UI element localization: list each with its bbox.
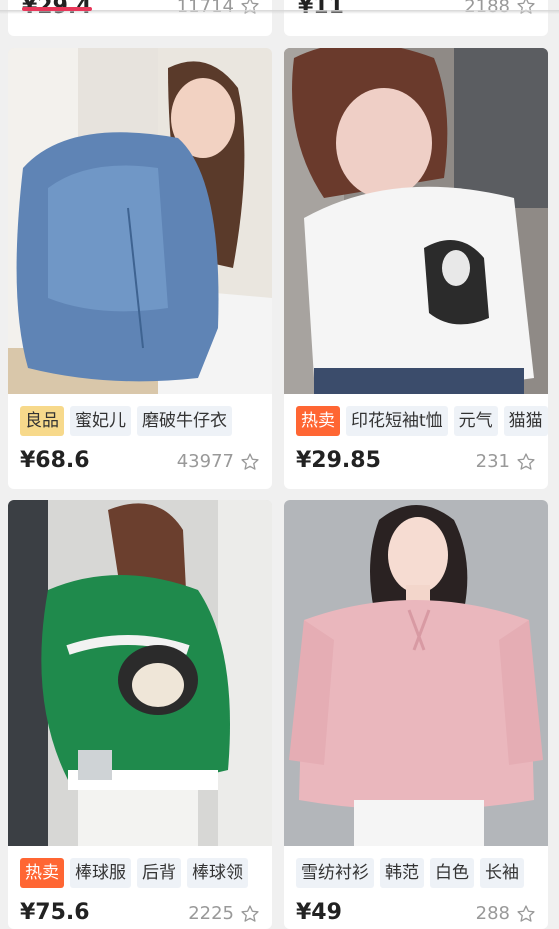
favorite-count: 43977: [176, 451, 234, 472]
tag-good[interactable]: 良品: [20, 406, 64, 436]
tag-hot[interactable]: 热卖: [296, 406, 340, 436]
printed-tshirt-photo[interactable]: [284, 48, 548, 394]
tag-keyword[interactable]: 印花短袖t恤: [346, 406, 448, 436]
tag-keyword[interactable]: 雪纺衬衫: [296, 858, 374, 888]
baseball-jacket-photo[interactable]: [8, 500, 272, 846]
star-icon[interactable]: [516, 452, 536, 472]
denim-jacket-photo[interactable]: [8, 48, 272, 394]
star-icon[interactable]: [240, 452, 260, 472]
favorite-count: 11714: [176, 0, 234, 17]
tag-brand[interactable]: 蜜妃儿: [70, 406, 131, 436]
tag-keyword[interactable]: 棒球服: [70, 858, 131, 888]
previous-row: ¥29.4 11714 ¥11 2188: [0, 0, 559, 36]
favorite-count: 2225: [188, 903, 234, 924]
star-icon[interactable]: [516, 904, 536, 924]
tag-list: 雪纺衬衫 韩范 白色 长袖: [296, 858, 524, 888]
tag-hot[interactable]: 热卖: [20, 858, 64, 888]
chiffon-blouse-photo[interactable]: [284, 500, 548, 846]
tab-indicator: [22, 7, 92, 11]
product-card-1[interactable]: 良品 蜜妃儿 磨破牛仔衣 ¥68.6 43977: [8, 48, 272, 489]
tag-keyword[interactable]: 白色: [430, 858, 474, 888]
tag-keyword[interactable]: 磨破牛仔衣: [137, 406, 232, 436]
product-card-4[interactable]: 雪纺衬衫 韩范 白色 长袖 ¥49 288: [284, 500, 548, 929]
star-icon[interactable]: [240, 904, 260, 924]
favorite-count: 288: [475, 903, 510, 924]
product-price: ¥49: [296, 900, 342, 925]
tag-keyword[interactable]: 韩范: [380, 858, 424, 888]
favorite-count: 2188: [464, 0, 510, 17]
tag-list: 良品 蜜妃儿 磨破牛仔衣: [20, 406, 232, 436]
favorite-count: 231: [475, 451, 510, 472]
product-card-prev-2[interactable]: ¥11 2188: [284, 0, 548, 36]
tag-keyword[interactable]: 长袖: [480, 858, 524, 888]
product-card-prev-1[interactable]: ¥29.4 11714: [8, 0, 272, 36]
product-card-2[interactable]: 热卖 印花短袖t恤 元气 猫猫 ¥29.85 231: [284, 48, 548, 489]
product-price: ¥75.6: [20, 900, 90, 925]
product-price: ¥68.6: [20, 448, 90, 473]
product-card-3[interactable]: 热卖 棒球服 后背 棒球领 ¥75.6 2225: [8, 500, 272, 929]
product-price: ¥29.85: [296, 448, 381, 473]
tag-list: 热卖 棒球服 后背 棒球领: [20, 858, 248, 888]
tag-keyword[interactable]: 棒球领: [187, 858, 248, 888]
tag-keyword[interactable]: 元气: [453, 406, 498, 436]
tag-keyword[interactable]: 后背: [137, 858, 181, 888]
tag-list: 热卖 印花短袖t恤 元气 猫猫: [296, 406, 548, 436]
tag-keyword[interactable]: 猫猫: [503, 406, 548, 436]
